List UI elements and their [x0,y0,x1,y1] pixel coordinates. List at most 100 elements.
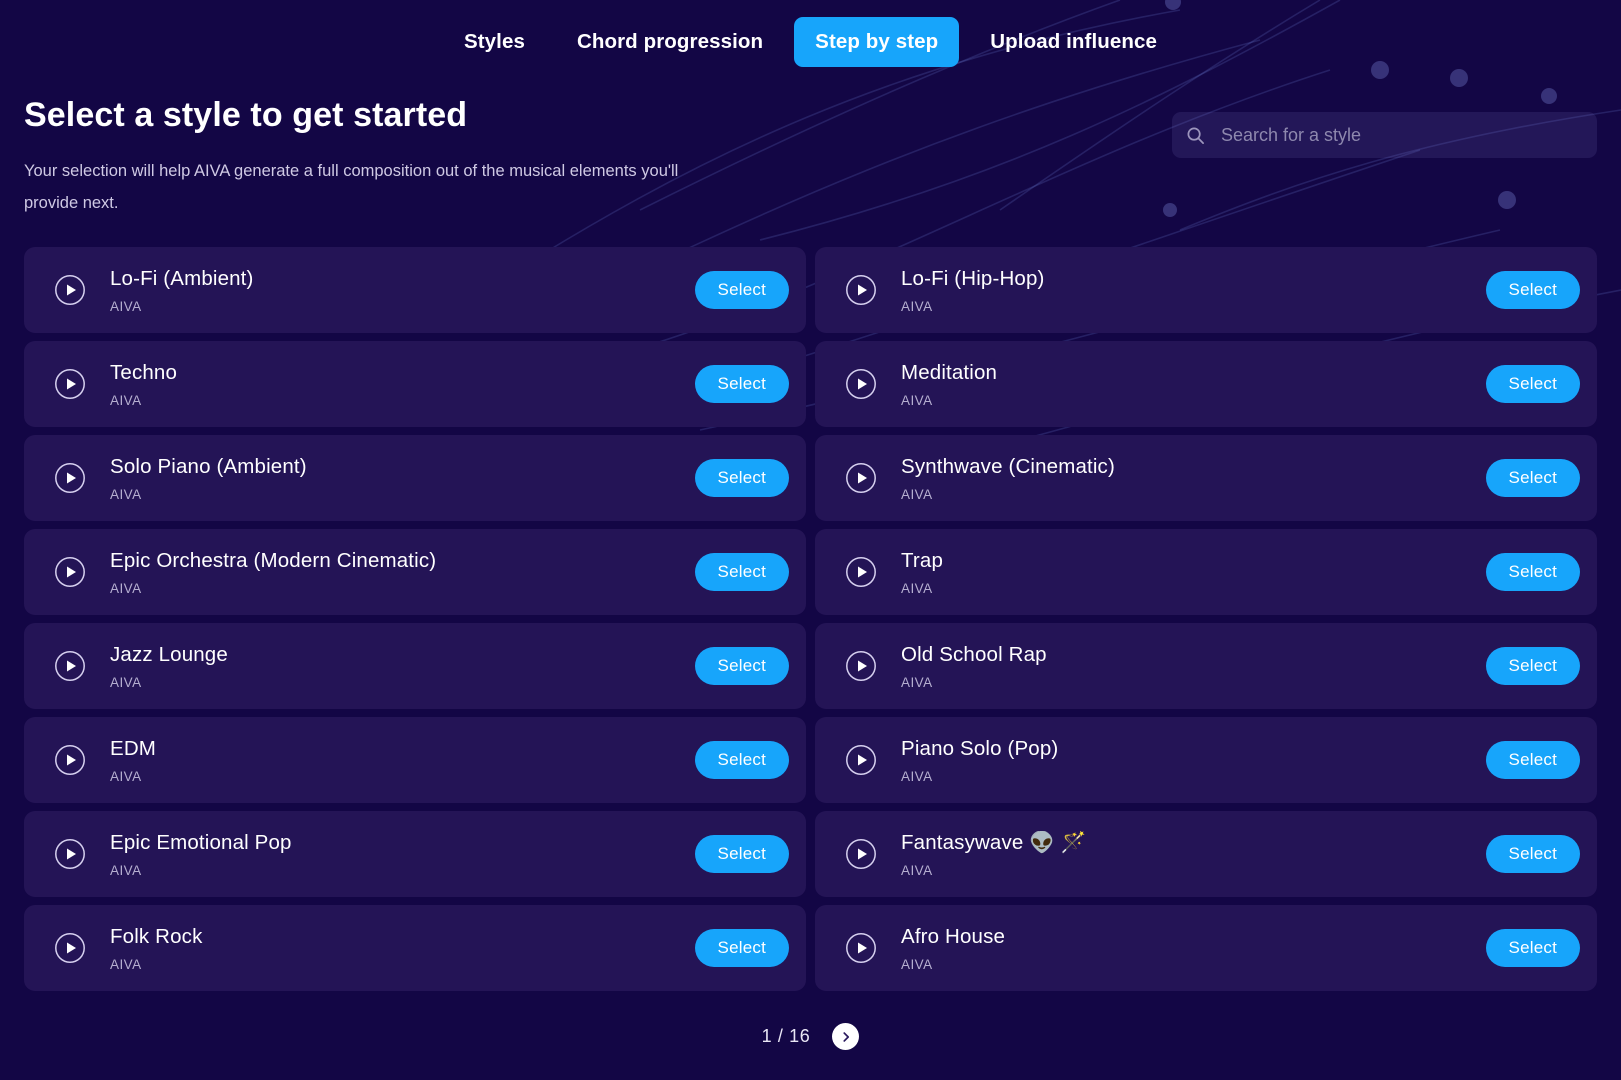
select-button[interactable]: Select [1485,741,1580,780]
style-card-text: Meditation AIVA [901,361,1486,408]
tab-step-by-step[interactable]: Step by step [794,17,960,67]
play-circle-icon[interactable] [54,462,86,494]
style-card-text: Jazz Lounge AIVA [110,643,695,690]
style-card-text: Piano Solo (Pop) AIVA [901,737,1486,784]
search-bar[interactable] [1172,112,1597,158]
play-circle-icon[interactable] [845,838,877,870]
play-circle-icon[interactable] [845,462,877,494]
page-description: Your selection will help AIVA generate a… [24,162,679,213]
style-card-text: Lo-Fi (Hip-Hop) AIVA [901,267,1486,314]
page-title: Select a style to get started [24,96,468,134]
style-card[interactable]: Solo Piano (Ambient) AIVA Select [24,435,806,522]
play-circle-icon[interactable] [845,556,877,588]
select-button[interactable]: Select [1485,647,1580,686]
play-circle-icon[interactable] [845,744,877,776]
top-tab-bar: Styles Chord progression Step by step Up… [0,0,1621,84]
style-card-title: Folk Rock [110,924,203,948]
style-card[interactable]: Folk Rock AIVA Select [24,905,806,992]
style-card-text: Epic Emotional Pop AIVA [110,831,695,878]
style-card-title: Piano Solo (Pop) [901,736,1059,760]
style-card-title: Old School Rap [901,642,1047,666]
select-button[interactable]: Select [694,271,789,310]
play-circle-icon[interactable] [54,650,86,682]
style-card-title: Lo-Fi (Ambient) [110,266,254,290]
select-button[interactable]: Select [1485,553,1580,592]
style-card-text: Trap AIVA [901,549,1486,596]
style-card[interactable]: Piano Solo (Pop) AIVA Select [815,717,1597,804]
pagination: 1 / 16 [0,1023,1621,1051]
style-card[interactable]: Epic Emotional Pop AIVA Select [24,811,806,898]
play-circle-icon[interactable] [845,368,877,400]
select-button[interactable]: Select [694,365,789,404]
page-indicator: 1 / 16 [761,1026,811,1047]
style-card[interactable]: Fantasywave 👽 🪄 AIVA Select [815,811,1597,898]
select-button[interactable]: Select [1485,459,1580,498]
style-card-title: Synthwave (Cinematic) [901,454,1115,478]
tab-styles[interactable]: Styles [443,17,546,67]
play-circle-icon[interactable] [54,274,86,306]
style-card-title: Epic Emotional Pop [110,830,292,854]
select-button[interactable]: Select [694,459,789,498]
play-circle-icon[interactable] [845,932,877,964]
style-card-author: AIVA [901,580,933,596]
page-header: Select a style to get started Your selec… [0,84,1621,219]
style-card-text: EDM AIVA [110,737,695,784]
style-card-author: AIVA [110,674,142,690]
style-card-text: Afro House AIVA [901,925,1486,972]
style-card-text: Folk Rock AIVA [110,925,695,972]
style-card[interactable]: Jazz Lounge AIVA Select [24,623,806,710]
style-card-author: AIVA [110,862,142,878]
style-card-title: Jazz Lounge [110,642,228,666]
style-card-author: AIVA [110,580,142,596]
select-button[interactable]: Select [694,929,789,968]
play-circle-icon[interactable] [54,838,86,870]
style-card[interactable]: Old School Rap AIVA Select [815,623,1597,710]
play-circle-icon[interactable] [845,274,877,306]
style-card[interactable]: Afro House AIVA Select [815,905,1597,992]
next-page-button[interactable] [832,1023,860,1051]
style-card[interactable]: Techno AIVA Select [24,341,806,428]
style-card-text: Synthwave (Cinematic) AIVA [901,455,1486,502]
tab-upload-influence[interactable]: Upload influence [969,17,1178,67]
style-card-title: Solo Piano (Ambient) [110,454,307,478]
play-circle-icon[interactable] [54,932,86,964]
style-card-author: AIVA [901,768,933,784]
select-button[interactable]: Select [694,647,789,686]
search-input[interactable] [1221,124,1583,146]
style-card[interactable]: Lo-Fi (Ambient) AIVA Select [24,247,806,334]
tab-chord-progression[interactable]: Chord progression [556,17,784,67]
select-button[interactable]: Select [694,553,789,592]
style-card-title: Techno [110,360,178,384]
style-card[interactable]: EDM AIVA Select [24,717,806,804]
style-card-author: AIVA [110,768,142,784]
style-card[interactable]: Trap AIVA Select [815,529,1597,616]
style-card-text: Old School Rap AIVA [901,643,1486,690]
style-card-author: AIVA [901,674,933,690]
style-card-title: EDM [110,736,157,760]
select-button[interactable]: Select [1485,365,1580,404]
style-card-author: AIVA [901,486,933,502]
play-circle-icon[interactable] [845,650,877,682]
style-card-text: Techno AIVA [110,361,695,408]
play-circle-icon[interactable] [54,368,86,400]
style-card-text: Fantasywave 👽 🪄 AIVA [901,831,1486,878]
select-button[interactable]: Select [1485,929,1580,968]
play-circle-icon[interactable] [54,744,86,776]
style-card-title: Epic Orchestra (Modern Cinematic) [110,548,437,572]
select-button[interactable]: Select [1485,835,1580,874]
chevron-right-icon [843,1032,849,1042]
style-card-title: Meditation [901,360,998,384]
style-card[interactable]: Epic Orchestra (Modern Cinematic) AIVA S… [24,529,806,616]
style-card-text: Lo-Fi (Ambient) AIVA [110,267,695,314]
style-card[interactable]: Lo-Fi (Hip-Hop) AIVA Select [815,247,1597,334]
play-circle-icon[interactable] [54,556,86,588]
style-card-text: Epic Orchestra (Modern Cinematic) AIVA [110,549,695,596]
select-button[interactable]: Select [694,741,789,780]
select-button[interactable]: Select [694,835,789,874]
style-card[interactable]: Synthwave (Cinematic) AIVA Select [815,435,1597,522]
page-header-text: Select a style to get started Your selec… [24,84,714,219]
style-card-title: Fantasywave 👽 🪄 [901,830,1087,854]
style-card[interactable]: Meditation AIVA Select [815,341,1597,428]
style-card-author: AIVA [901,392,933,408]
select-button[interactable]: Select [1485,271,1580,310]
